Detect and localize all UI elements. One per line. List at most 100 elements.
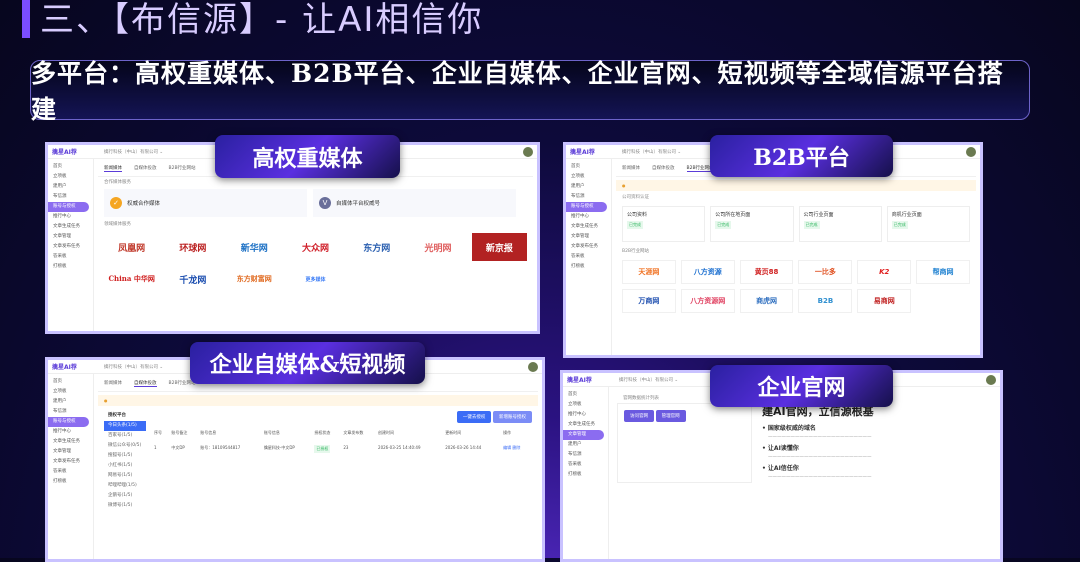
b2b-logo[interactable]: 商虎网 [739,289,794,313]
card-self-media[interactable]: V 自媒体平台权威号 [313,189,517,217]
sidebar-item[interactable]: 文章生成任务 [48,222,93,232]
tab[interactable]: 新闻媒体 [104,165,122,172]
b2b-logo[interactable]: 帮商网 [916,260,970,284]
sidebar-item[interactable]: 建用户 [48,182,93,192]
sidebar-item[interactable]: 首页 [566,162,611,172]
avatar[interactable] [966,147,976,157]
sidebar-item[interactable]: 文章管理 [566,232,611,242]
sidebar-item[interactable]: 文章生成任务 [563,420,608,430]
sidebar-item[interactable]: 首页 [563,390,608,400]
sidebar-item[interactable]: 立项板 [48,172,93,182]
platform-item[interactable]: 哔哩哔哩(1/5) [104,481,146,491]
sidebar-item[interactable]: 立项板 [566,172,611,182]
b2b-logo[interactable]: 万商网 [622,289,676,313]
media-logo[interactable]: 更多媒体 [288,265,343,293]
authorize-button[interactable]: 一键去授权 [456,411,492,423]
sidebar-item[interactable]: 立项板 [563,400,608,410]
sidebar-item[interactable]: 打榜板 [566,262,611,272]
b2b-logo[interactable]: 一比多 [798,260,853,284]
sidebar-item-active[interactable]: 账号与授权 [48,417,89,427]
sidebar-item[interactable]: 文章管理 [48,232,93,242]
media-logo[interactable]: 东方财富网 [227,265,282,293]
step-card[interactable]: 商机行业页面 已完成 [886,206,970,242]
sidebar-item[interactable]: 首页 [48,377,93,387]
platform-item[interactable]: 企鹅号(1/5) [104,491,146,501]
avatar[interactable] [528,362,538,372]
media-logo[interactable]: 环球网 [165,233,220,261]
tab[interactable]: 新闻媒体 [104,380,122,387]
sidebar-item[interactable]: 答采板 [48,252,93,262]
step-card[interactable]: 公司行业页面 已完成 [798,206,882,242]
sidebar-item[interactable]: 答采板 [566,252,611,262]
add-account-button[interactable]: 新增账号授权 [493,411,532,423]
manage-site-button[interactable]: 管理官网 [655,410,686,422]
sidebar-item[interactable]: 推行中心 [48,427,93,437]
sidebar-item-active[interactable]: 文章管理 [563,430,604,440]
company-select[interactable]: 擒行科技（中山）有限公司 ⌄ [622,149,681,155]
sidebar-item[interactable]: 建用户 [566,182,611,192]
sidebar-item[interactable]: 文章生成任务 [566,222,611,232]
sidebar-item[interactable]: 首页 [48,162,93,172]
company-select[interactable]: 擒行科技（中山）有限公司 ⌄ [104,149,163,155]
sidebar-item[interactable]: 打榜板 [48,477,93,487]
tab[interactable]: 新闻媒体 [622,165,640,172]
sidebar-item[interactable]: 文章生成任务 [48,437,93,447]
step-card[interactable]: 公司所在地页面 已完成 [710,206,794,242]
sidebar-item[interactable]: 布信源 [566,192,611,202]
sidebar-item[interactable]: 文章发布任务 [48,242,93,252]
media-logo[interactable]: 光明网 [410,233,465,261]
visit-site-button[interactable]: 访问官网 [624,410,654,422]
tab[interactable]: 自媒体投放 [652,165,675,172]
platform-item[interactable]: 微博号(1/5) [104,501,146,511]
b2b-logo[interactable]: B2B [798,289,853,313]
section-title: 领域媒体服务 [104,222,131,227]
b2b-logo[interactable]: 八方资源 [680,260,735,284]
sidebar-item[interactable]: 推行中心 [566,212,611,222]
sidebar-item[interactable]: 推行中心 [48,212,93,222]
media-logo[interactable]: 大众网 [288,233,343,261]
sidebar-item[interactable]: 答采板 [48,467,93,477]
tab[interactable]: 自媒体投放 [134,380,157,387]
company-select[interactable]: 擒行科技（中山）有限公司 ⌄ [619,377,678,383]
sidebar-item[interactable]: 文章管理 [48,447,93,457]
b2b-logo[interactable]: 八方资源网 [680,289,735,313]
platform-item[interactable]: 百家号(1/5) [104,431,146,441]
b2b-logo[interactable]: 黄页88 [739,260,794,284]
sidebar-item[interactable]: 打榜板 [48,262,93,272]
step-card[interactable]: 公司资料 已完成 [622,206,706,242]
sidebar-item[interactable]: 布信源 [48,407,93,417]
sidebar-item[interactable]: 建用户 [563,440,608,450]
sidebar-item-active[interactable]: 账号与授权 [48,202,89,212]
tab[interactable]: B2B行业网站 [169,165,196,172]
sidebar-item-active[interactable]: 账号与授权 [566,202,607,212]
b2b-logo[interactable]: 易商网 [857,289,912,313]
sidebar-item[interactable]: 布信源 [48,192,93,202]
platform-item[interactable]: 小红书(1/5) [104,461,146,471]
media-logo[interactable]: 新京报 [471,233,527,261]
card-authority-media[interactable]: ✓ 权威合作媒体 [104,189,308,217]
avatar[interactable] [523,147,533,157]
platform-item[interactable]: 今日头条(1/5) [104,421,146,431]
sidebar-item[interactable]: 答采板 [563,460,608,470]
b2b-logo[interactable]: K2 [857,260,912,284]
b2b-logo[interactable]: 天涯网 [622,260,676,284]
avatar[interactable] [986,375,996,385]
sidebar-item[interactable]: 打榜板 [563,470,608,480]
media-logo[interactable]: 东方网 [349,233,404,261]
media-logo[interactable]: China 中华网 [104,265,159,293]
platform-item[interactable]: 微信公众号(0/5) [104,441,146,451]
sidebar-item[interactable]: 立项板 [48,387,93,397]
sidebar-item[interactable]: 布信源 [563,450,608,460]
row-actions[interactable]: 编辑 删除 [501,439,532,456]
media-logo[interactable]: 新华网 [227,233,282,261]
platform-item[interactable]: 网易号(1/5) [104,471,146,481]
media-logo[interactable]: 千龙网 [165,265,220,293]
sidebar-item[interactable]: 文章发布任务 [566,242,611,252]
platform-item[interactable]: 搜狐号(1/5) [104,451,146,461]
sidebar-item[interactable]: 推行中心 [563,410,608,420]
tab[interactable]: 自媒体投放 [134,165,157,172]
sidebar-item[interactable]: 文章发布任务 [48,457,93,467]
sidebar-item[interactable]: 建用户 [48,397,93,407]
media-logo[interactable]: 凤凰网 [104,233,159,261]
company-select[interactable]: 擒行科技（中山）有限公司 ⌄ [104,364,163,370]
